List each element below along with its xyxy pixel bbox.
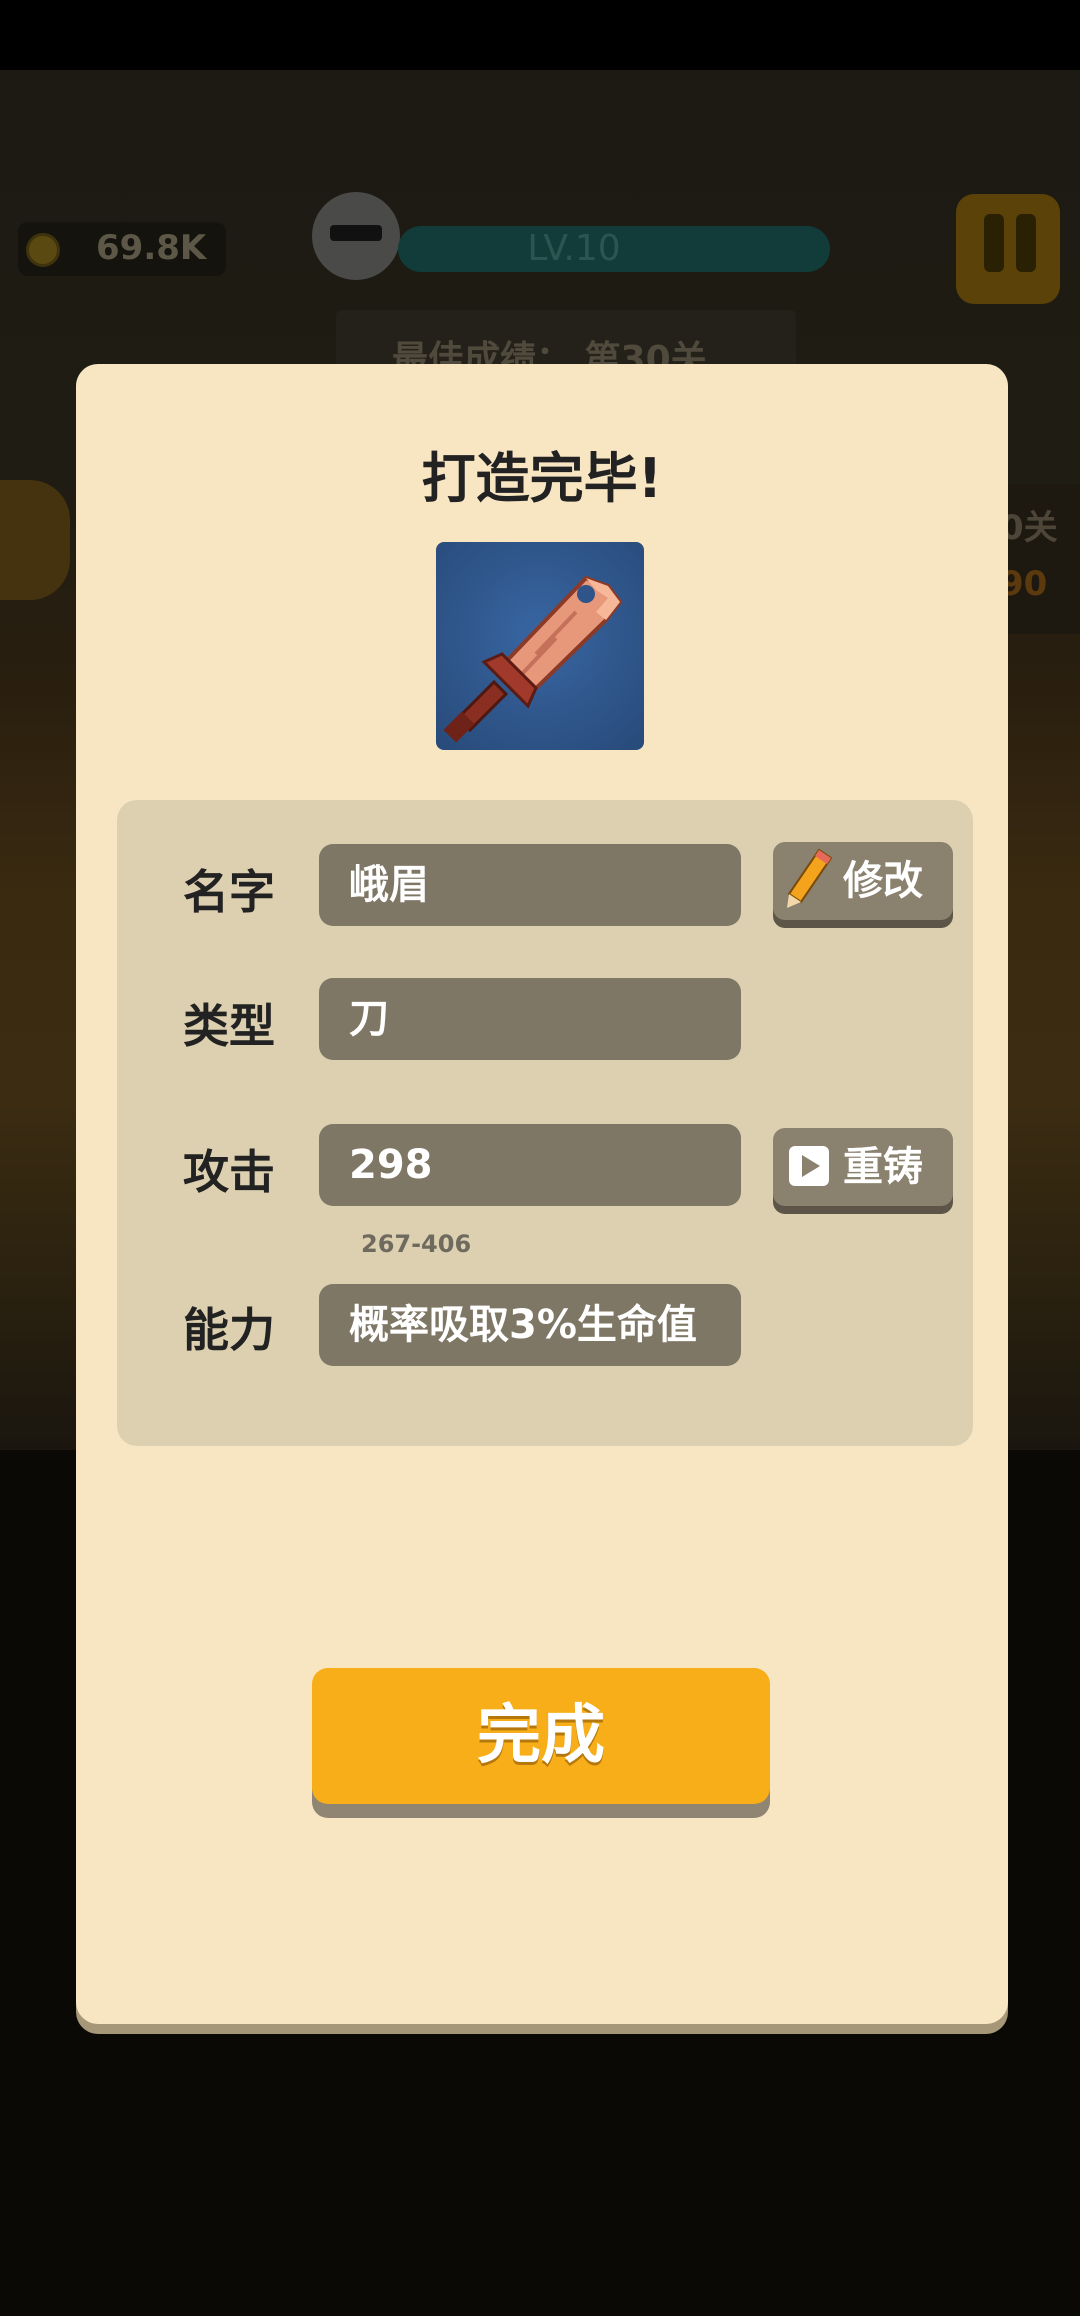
pencil-icon bbox=[787, 848, 833, 908]
ability-field: 概率吸取3%生命值 bbox=[319, 1284, 741, 1366]
attack-field: 298 bbox=[319, 1124, 741, 1206]
avatar-sunglasses-icon bbox=[330, 225, 382, 241]
status-bar bbox=[0, 0, 1080, 70]
name-field: 峨眉 bbox=[319, 844, 741, 926]
coin-amount: 69.8K bbox=[96, 228, 207, 268]
weapon-image-frame bbox=[436, 542, 644, 750]
reforge-button[interactable]: 重铸 bbox=[773, 1128, 953, 1206]
attack-label: 攻击 bbox=[183, 1145, 275, 1199]
coin-icon bbox=[26, 233, 60, 267]
rename-button[interactable]: 修改 bbox=[773, 842, 953, 920]
type-label: 类型 bbox=[183, 999, 275, 1053]
play-video-icon bbox=[789, 1146, 829, 1186]
reforge-button-label: 重铸 bbox=[843, 1144, 923, 1190]
dialog-title: 打造完毕! bbox=[421, 447, 663, 510]
level-label: LV.10 bbox=[527, 228, 621, 269]
attack-range: 267-406 bbox=[361, 1230, 472, 1258]
side-level-text: 0关 bbox=[1000, 508, 1058, 548]
pause-icon bbox=[984, 214, 1004, 272]
pause-icon-bar bbox=[1016, 214, 1036, 272]
name-label: 名字 bbox=[183, 865, 275, 919]
rename-button-label: 修改 bbox=[843, 858, 923, 904]
type-field: 刀 bbox=[319, 978, 741, 1060]
left-decoration bbox=[0, 480, 70, 600]
pause-button[interactable] bbox=[956, 194, 1060, 304]
ability-label: 能力 bbox=[183, 1303, 275, 1357]
broadsword-icon bbox=[443, 575, 623, 743]
forge-complete-dialog: 打造完毕! 名字 峨眉 修改 类型 刀 攻击 298 重铸 267-406 能力… bbox=[76, 364, 1008, 2024]
done-button[interactable]: 完成 bbox=[312, 1668, 770, 1804]
done-button-label: 完成 bbox=[477, 1699, 605, 1773]
weapon-info-panel: 名字 峨眉 修改 类型 刀 攻击 298 重铸 267-406 能力 概率吸取3… bbox=[117, 800, 973, 1446]
